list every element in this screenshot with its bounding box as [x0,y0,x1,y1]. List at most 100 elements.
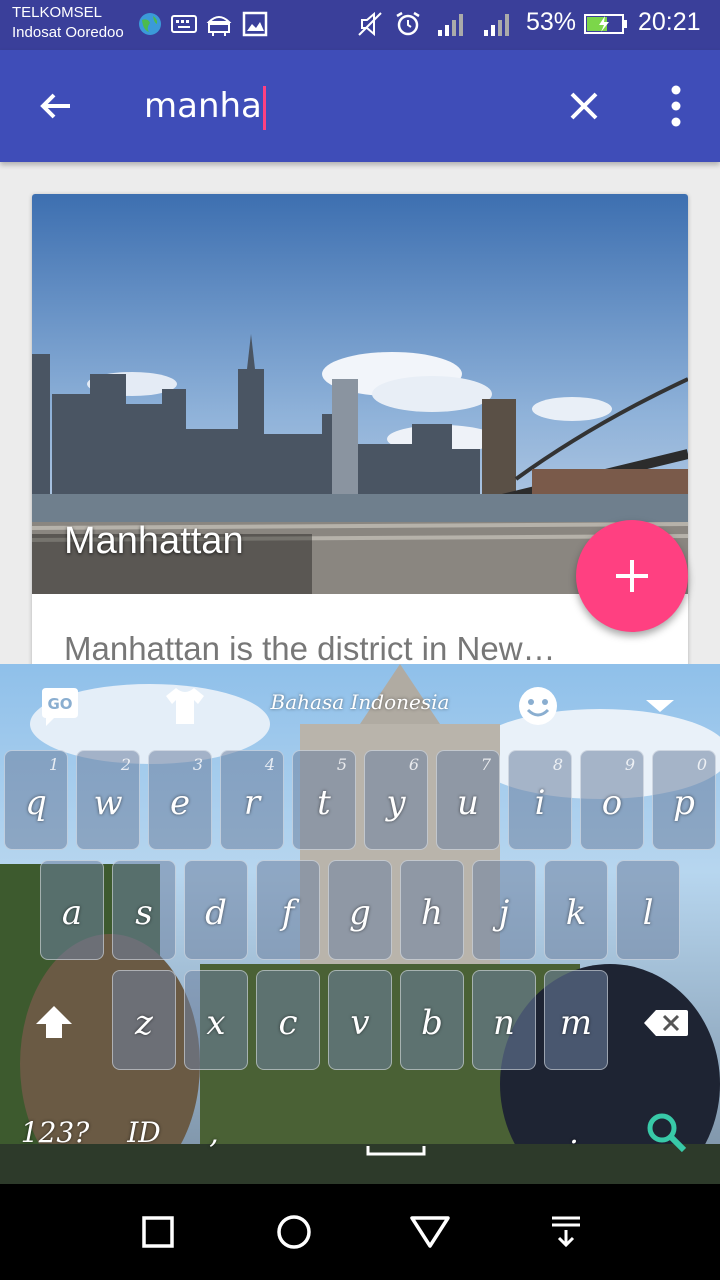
key-g[interactable]: g [328,860,392,960]
add-fab-button[interactable] [576,520,688,632]
signal-icon-1 [438,14,463,36]
search-input[interactable]: manha [144,80,544,132]
go-keyboard-logo-icon[interactable]: GO [38,682,82,730]
period-key[interactable]: . [542,1080,606,1180]
key-l[interactable]: l [616,860,680,960]
alarm-icon [396,11,420,36]
keyboard-language-label: Bahasa Indonesia [270,690,450,714]
key-hint-number: 7 [480,755,491,774]
soft-keyboard: GO Bahasa Indonesia 1q2w3e4r5t6y7u8i9o0p… [0,664,720,1184]
symbols-key-label: 123? [20,1116,90,1149]
carrier-2-label: Indosat Ooredoo [12,24,124,41]
result-card[interactable]: Manhattan Manhattan is the district in N… [32,194,688,714]
key-label: f [281,893,295,933]
key-b[interactable]: b [400,970,464,1070]
clock: 20:21 [638,8,701,36]
key-h[interactable]: h [400,860,464,960]
battery-percent: 53% [526,8,577,36]
back-triangle-icon[interactable] [408,1212,452,1252]
hide-keyboard-icon[interactable] [546,1212,586,1252]
key-v[interactable]: v [328,970,392,1070]
emoji-icon[interactable] [516,682,560,730]
svg-text:GO: GO [47,695,72,713]
comma-key-label: , [209,1116,219,1151]
key-label: i [534,783,546,823]
key-j[interactable]: j [472,860,536,960]
key-c[interactable]: c [256,970,320,1070]
android-icon [206,16,232,36]
key-m[interactable]: m [544,970,608,1070]
more-vert-icon[interactable] [660,84,692,128]
navigation-bar [0,1184,720,1280]
image-icon [242,11,268,37]
key-hint-number: 5 [336,755,347,774]
key-t[interactable]: 5t [292,750,356,850]
search-key[interactable] [634,1080,698,1180]
key-hint-number: 6 [408,755,419,774]
key-label: y [386,783,406,823]
globe-icon [139,13,161,35]
key-u[interactable]: 7u [436,750,500,850]
carrier-1-label: TELKOMSEL [12,4,103,21]
shift-arrow-icon [36,1006,72,1038]
key-label: m [559,1003,593,1043]
space-bar-icon [366,1146,426,1156]
key-label: w [93,783,123,823]
key-o[interactable]: 9o [580,750,644,850]
key-z[interactable]: z [112,970,176,1070]
key-label: x [206,1003,226,1043]
key-label: n [493,1003,515,1043]
key-r[interactable]: 4r [220,750,284,850]
key-label: b [421,1003,443,1043]
key-y[interactable]: 6y [364,750,428,850]
key-k[interactable]: k [544,860,608,960]
key-q[interactable]: 1q [4,750,68,850]
battery-icon [584,14,627,34]
key-f[interactable]: f [256,860,320,960]
key-hint-number: 2 [120,755,131,774]
key-x[interactable]: x [184,970,248,1070]
key-p[interactable]: 0p [652,750,716,850]
key-label: v [350,1003,370,1043]
key-label: h [421,893,443,933]
key-label: u [457,783,479,823]
card-title: Manhattan [64,520,244,562]
key-label: d [205,893,227,933]
key-label: z [135,1003,153,1043]
key-i[interactable]: 8i [508,750,572,850]
key-hint-number: 1 [48,755,59,774]
back-arrow-icon[interactable] [36,86,76,126]
key-a[interactable]: a [40,860,104,960]
theme-shirt-icon[interactable] [162,682,208,730]
key-n[interactable]: n [472,970,536,1070]
key-label: k [565,893,587,933]
key-w[interactable]: 2w [76,750,140,850]
period-key-label: . [569,1116,579,1151]
comma-key[interactable]: , [182,1080,246,1180]
space-key[interactable] [256,1080,536,1180]
key-label: g [349,893,371,933]
key-hint-number: 9 [624,755,635,774]
key-label: t [317,783,331,823]
language-key[interactable]: ID [112,1080,176,1180]
backspace-icon [644,1010,688,1036]
home-circle-icon[interactable] [274,1212,314,1252]
key-label: j [498,893,510,933]
key-hint-number: 0 [696,755,707,774]
card-description: Manhattan is the district in New… [64,630,556,667]
shift-key[interactable] [20,970,84,1070]
status-bar: TELKOMSEL Indosat Ooredoo 53% 20:21 [0,0,720,50]
symbols-key[interactable]: 123? [20,1080,90,1180]
chevron-down-icon[interactable] [642,682,678,730]
language-key-label: ID [127,1116,161,1149]
backspace-key[interactable] [634,970,698,1070]
key-e[interactable]: 3e [148,750,212,850]
key-label: a [61,893,83,933]
key-d[interactable]: d [184,860,248,960]
text-cursor [262,85,266,130]
key-label: e [169,783,191,823]
key-s[interactable]: s [112,860,176,960]
recents-square-icon[interactable] [138,1212,178,1252]
key-label: q [25,783,47,823]
close-icon[interactable] [564,86,604,126]
